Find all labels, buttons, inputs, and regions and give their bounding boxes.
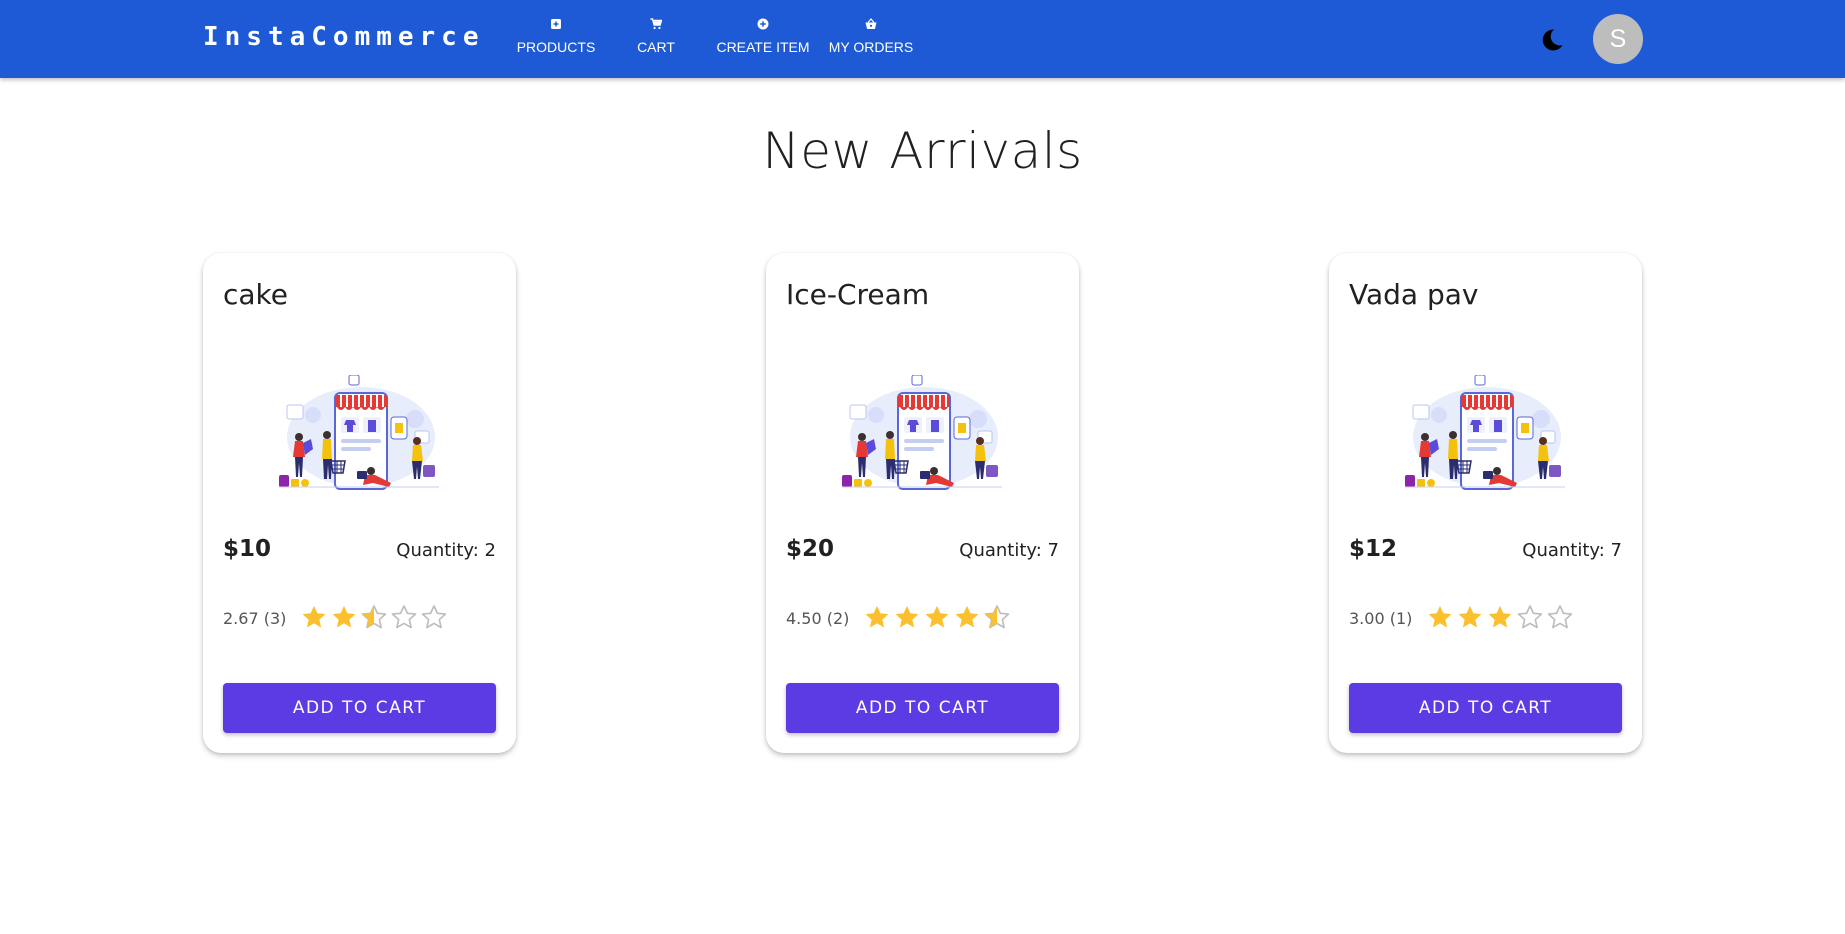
star-filled-icon xyxy=(1458,605,1482,628)
product-image xyxy=(265,374,453,493)
star-half-icon xyxy=(361,605,387,629)
page-title: New Arrivals xyxy=(762,122,1083,180)
star-filled-icon xyxy=(865,605,889,628)
product-price: $20 xyxy=(786,536,835,562)
add-box-icon xyxy=(551,19,561,29)
star-rating[interactable] xyxy=(300,603,448,633)
app-bar: InstaCommerce PRODUCTS CART CREATE ITEM … xyxy=(0,0,1845,78)
rating-value: 4.50 (2) xyxy=(786,609,850,628)
nav-cart-label: CART xyxy=(637,39,675,55)
add-to-cart-button[interactable]: ADD TO CART xyxy=(1349,683,1622,733)
online-store-illustration xyxy=(279,374,439,490)
product-card: cake $10 Quantity: 2 2.67 (3) ADD TO CAR… xyxy=(203,253,516,753)
nav-create-item[interactable]: CREATE ITEM xyxy=(714,18,812,62)
product-price: $10 xyxy=(223,536,272,562)
star-filled-icon xyxy=(302,605,326,628)
star-rating[interactable] xyxy=(1426,603,1574,633)
product-image xyxy=(828,374,1016,493)
star-empty-icon xyxy=(391,605,417,629)
star-rating[interactable] xyxy=(863,603,1011,633)
nav-cart[interactable]: CART xyxy=(628,18,684,62)
rating-value: 2.67 (3) xyxy=(223,609,287,628)
online-store-illustration xyxy=(842,374,1002,490)
star-empty-icon xyxy=(1547,605,1573,629)
add-to-cart-button[interactable]: ADD TO CART xyxy=(223,683,496,733)
product-image xyxy=(1391,374,1579,493)
product-name: Ice-Cream xyxy=(786,278,930,311)
star-empty-icon xyxy=(1517,605,1543,629)
star-filled-icon xyxy=(1488,605,1512,628)
nav-my-orders-label: MY ORDERS xyxy=(828,39,914,55)
add-circle-icon xyxy=(757,18,769,30)
star-half-icon xyxy=(984,605,1010,629)
product-quantity: Quantity: 7 xyxy=(1522,540,1622,561)
theme-toggle-button[interactable] xyxy=(1537,25,1567,55)
add-to-cart-button[interactable]: ADD TO CART xyxy=(786,683,1059,733)
star-filled-icon xyxy=(332,605,356,628)
star-filled-icon xyxy=(925,605,949,628)
star-filled-icon xyxy=(895,605,919,628)
product-name: Vada pav xyxy=(1349,278,1479,311)
nav-products-label: PRODUCTS xyxy=(516,39,596,55)
brand-logo[interactable]: InstaCommerce xyxy=(203,22,485,52)
shopping-basket-icon xyxy=(865,18,877,29)
product-quantity: Quantity: 2 xyxy=(396,540,496,561)
star-empty-icon xyxy=(421,605,447,629)
product-price: $12 xyxy=(1349,536,1398,562)
nav-products[interactable]: PRODUCTS xyxy=(517,18,595,62)
product-quantity: Quantity: 7 xyxy=(959,540,1059,561)
rating-value: 3.00 (1) xyxy=(1349,609,1413,628)
user-avatar[interactable]: S xyxy=(1593,14,1643,64)
online-store-illustration xyxy=(1405,374,1565,490)
product-card: Vada pav $12 Quantity: 7 3.00 (1) ADD TO… xyxy=(1329,253,1642,753)
star-filled-icon xyxy=(1428,605,1452,628)
moon-icon xyxy=(1542,29,1563,51)
product-name: cake xyxy=(223,278,288,311)
shopping-cart-icon xyxy=(650,18,662,30)
product-card: Ice-Cream $20 Quantity: 7 4.50 (2) ADD T… xyxy=(766,253,1079,753)
nav-my-orders[interactable]: MY ORDERS xyxy=(827,18,915,62)
star-filled-icon xyxy=(955,605,979,628)
nav-create-item-label: CREATE ITEM xyxy=(716,39,810,55)
